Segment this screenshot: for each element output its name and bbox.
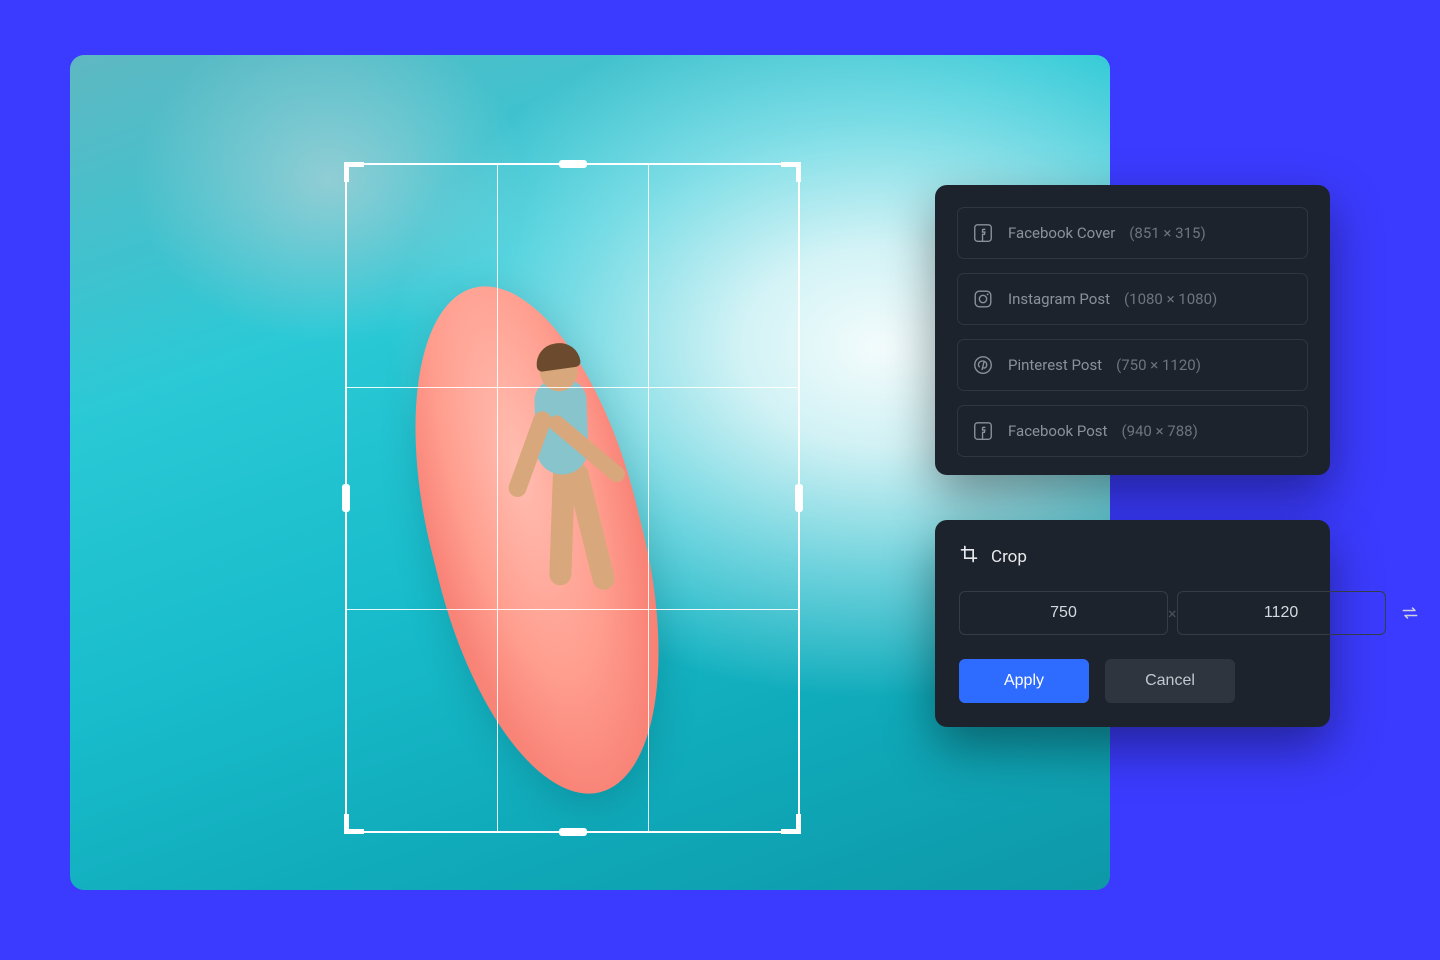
crop-handle-bottom[interactable] (559, 828, 587, 836)
preset-sizes-panel: Facebook Cover (851 × 315) Instagram Pos… (935, 185, 1330, 475)
crop-grid-line (648, 165, 649, 831)
preset-facebook-post[interactable]: Facebook Post (940 × 788) (957, 405, 1308, 457)
preset-label: Instagram Post (1008, 290, 1110, 308)
preset-pinterest-post[interactable]: Pinterest Post (750 × 1120) (957, 339, 1308, 391)
crop-panel: Crop × Apply Cancel (935, 520, 1330, 727)
preset-label: Facebook Post (1008, 422, 1107, 440)
crop-panel-header: Crop (959, 544, 1306, 569)
crop-handle-bl[interactable] (344, 814, 364, 834)
crop-grid-line (347, 387, 798, 388)
preset-label: Pinterest Post (1008, 356, 1102, 374)
preset-dims: (851 × 315) (1129, 224, 1205, 242)
crop-icon (959, 544, 979, 569)
crop-region[interactable] (345, 163, 800, 833)
dimension-separator: × (1168, 604, 1177, 623)
instagram-icon (972, 288, 994, 310)
crop-width-input[interactable] (959, 591, 1168, 635)
crop-dimensions-row: × (959, 591, 1306, 635)
crop-title: Crop (991, 547, 1027, 567)
crop-handle-br[interactable] (781, 814, 801, 834)
crop-handle-tl[interactable] (344, 162, 364, 182)
pinterest-icon (972, 354, 994, 376)
facebook-icon (972, 420, 994, 442)
crop-handle-left[interactable] (342, 484, 350, 512)
preset-instagram-post[interactable]: Instagram Post (1080 × 1080) (957, 273, 1308, 325)
swap-dimensions-button[interactable] (1400, 596, 1420, 630)
crop-handle-top[interactable] (559, 160, 587, 168)
crop-height-input[interactable] (1177, 591, 1386, 635)
preset-label: Facebook Cover (1008, 224, 1115, 242)
crop-grid-line (347, 609, 798, 610)
facebook-icon (972, 222, 994, 244)
apply-button[interactable]: Apply (959, 659, 1089, 703)
preset-facebook-cover[interactable]: Facebook Cover (851 × 315) (957, 207, 1308, 259)
crop-grid-line (497, 165, 498, 831)
crop-actions: Apply Cancel (959, 659, 1306, 703)
cancel-button[interactable]: Cancel (1105, 659, 1235, 703)
preset-dims: (940 × 788) (1121, 422, 1197, 440)
preset-dims: (1080 × 1080) (1124, 290, 1217, 308)
preset-dims: (750 × 1120) (1116, 356, 1201, 374)
crop-handle-tr[interactable] (781, 162, 801, 182)
crop-handle-right[interactable] (795, 484, 803, 512)
